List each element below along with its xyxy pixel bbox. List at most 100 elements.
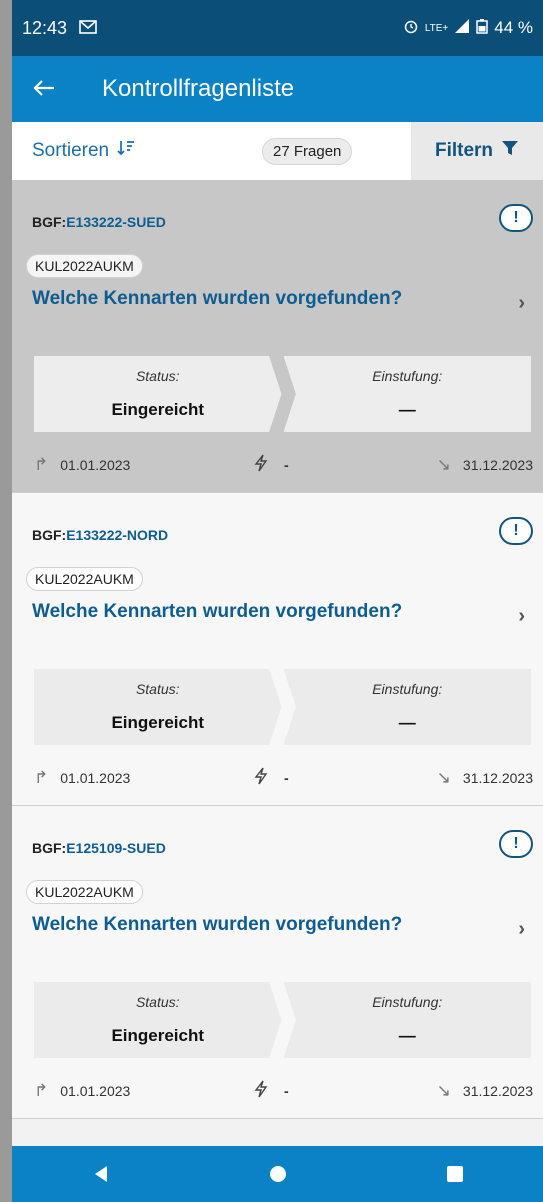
- lightning-icon: [254, 1080, 268, 1101]
- middle-value: -: [284, 1082, 289, 1099]
- card-footer: ↱ 01.01.2023 - ↘ 31.12.2023: [34, 454, 533, 475]
- signal-icon: [454, 18, 470, 39]
- return-arrow-icon: ↘: [436, 767, 451, 787]
- bgf-id-link[interactable]: E125109-SUED: [66, 840, 166, 856]
- question-title[interactable]: Welche Kennarten wurden vorgefunden?: [32, 601, 402, 623]
- start-date-group: ↱ 01.01.2023: [34, 455, 234, 475]
- question-count-badge: 27 Fragen: [262, 137, 353, 165]
- status-time: 12:43: [22, 17, 68, 38]
- end-date: 31.12.2023: [462, 1082, 533, 1099]
- sort-icon: [117, 139, 135, 163]
- forward-arrow-icon: ↱: [34, 767, 49, 787]
- middle-value: -: [284, 456, 289, 473]
- list-toolbar: Sortieren 27 Fragen Filtern: [12, 122, 543, 180]
- end-date-group: ↘ 31.12.2023: [437, 768, 533, 788]
- lightning-icon: [254, 767, 268, 788]
- question-card[interactable]: BGF:E133222-NORD ! KUL2022AUKM Welche Ke…: [12, 493, 543, 806]
- chevron-right-icon[interactable]: ›: [518, 292, 525, 315]
- bgf-id-link[interactable]: E133222-SUED: [66, 214, 166, 230]
- status-section: Status: Eingereicht: [34, 669, 282, 745]
- rating-value: —: [398, 1026, 416, 1045]
- bgf-prefix: BGF:: [32, 527, 67, 543]
- start-date: 01.01.2023: [60, 1082, 131, 1099]
- status-right: LTE+ 44 %: [403, 18, 533, 39]
- lightning-icon: [254, 454, 268, 475]
- start-date: 01.01.2023: [60, 769, 131, 786]
- network-label: LTE+: [424, 22, 449, 34]
- question-card[interactable]: BGF:E133222-SUED ! KUL2022AUKM Welche Ke…: [12, 180, 543, 493]
- start-date-group: ↱ 01.01.2023: [34, 768, 234, 788]
- question-title[interactable]: Welche Kennarten wurden vorgefunden?: [32, 288, 402, 310]
- program-tag: KUL2022AUKM: [26, 254, 143, 278]
- middle-group: -: [254, 454, 374, 475]
- card-footer: ↱ 01.01.2023 - ↘ 31.12.2023: [34, 767, 533, 788]
- bgf-prefix: BGF:: [32, 840, 67, 856]
- sort-button[interactable]: Sortieren: [12, 139, 242, 163]
- exclamation-icon[interactable]: !: [499, 830, 533, 858]
- status-section: Status: Eingereicht: [34, 356, 282, 432]
- bgf-identifier: BGF:E125109-SUED: [32, 840, 166, 856]
- status-value: Eingereicht: [111, 1026, 205, 1045]
- end-date-group: ↘ 31.12.2023: [437, 455, 533, 475]
- status-value: Eingereicht: [111, 713, 205, 732]
- nav-back-icon[interactable]: [81, 1154, 121, 1194]
- end-date: 31.12.2023: [462, 456, 533, 473]
- rating-value: —: [398, 400, 416, 419]
- status-label: Status:: [135, 681, 180, 697]
- status-label: Status:: [135, 994, 180, 1010]
- battery-percentage: 44 %: [494, 18, 533, 37]
- bgf-identifier: BGF:E133222-SUED: [32, 214, 166, 230]
- page-title: Kontrollfragenliste: [102, 75, 295, 102]
- nav-recents-icon[interactable]: [435, 1154, 475, 1194]
- status-panel: Status: Eingereicht Einstufung: —: [34, 982, 531, 1058]
- end-date: 31.12.2023: [462, 769, 533, 786]
- rating-value: —: [398, 713, 416, 732]
- status-panel: Status: Eingereicht Einstufung: —: [34, 356, 531, 432]
- bgf-identifier: BGF:E133222-NORD: [32, 527, 168, 543]
- rating-label: Einstufung:: [372, 994, 443, 1010]
- question-list: BGF:E133222-SUED ! KUL2022AUKM Welche Ke…: [12, 180, 543, 1119]
- exclamation-icon[interactable]: !: [499, 517, 533, 545]
- return-arrow-icon: ↘: [436, 454, 451, 474]
- chevron-right-icon[interactable]: ›: [518, 605, 525, 628]
- end-date-group: ↘ 31.12.2023: [437, 1081, 533, 1101]
- card-footer: ↱ 01.01.2023 - ↘ 31.12.2023: [34, 1080, 533, 1101]
- middle-value: -: [284, 769, 289, 786]
- program-tag: KUL2022AUKM: [26, 567, 143, 591]
- phone-screen: 12:43 LTE+ 44 % Kontrollfragenliste Sort…: [12, 0, 543, 1202]
- mail-icon: [79, 18, 97, 39]
- nav-home-icon[interactable]: [258, 1154, 298, 1194]
- bgf-id-link[interactable]: E133222-NORD: [66, 527, 168, 543]
- rating-section: Einstufung: —: [283, 982, 531, 1058]
- rating-section: Einstufung: —: [283, 356, 531, 432]
- back-arrow-icon[interactable]: [32, 74, 82, 105]
- funnel-icon: [501, 139, 519, 163]
- filter-button[interactable]: Filtern: [411, 122, 543, 180]
- status-value: Eingereicht: [111, 400, 205, 419]
- start-date-group: ↱ 01.01.2023: [34, 1081, 234, 1101]
- return-arrow-icon: ↘: [436, 1080, 451, 1100]
- question-card[interactable]: BGF:E125109-SUED ! KUL2022AUKM Welche Ke…: [12, 806, 543, 1119]
- system-navigation-bar: [12, 1146, 543, 1202]
- status-label: Status:: [135, 368, 180, 384]
- rating-label: Einstufung:: [372, 681, 443, 697]
- forward-arrow-icon: ↱: [34, 1080, 49, 1100]
- app-bar: Kontrollfragenliste: [12, 56, 543, 122]
- status-panel: Status: Eingereicht Einstufung: —: [34, 669, 531, 745]
- exclamation-icon[interactable]: !: [499, 204, 533, 232]
- chevron-right-icon[interactable]: ›: [518, 918, 525, 941]
- filter-label: Filtern: [434, 140, 494, 161]
- start-date: 01.01.2023: [60, 456, 131, 473]
- middle-group: -: [254, 1080, 374, 1101]
- program-tag: KUL2022AUKM: [26, 880, 143, 904]
- battery-icon: [476, 18, 488, 39]
- middle-group: -: [254, 767, 374, 788]
- forward-arrow-icon: ↱: [34, 454, 49, 474]
- alarm-icon: [403, 18, 419, 39]
- bgf-prefix: BGF:: [32, 214, 67, 230]
- rating-label: Einstufung:: [372, 368, 443, 384]
- sort-label: Sortieren: [32, 140, 110, 161]
- rating-section: Einstufung: —: [283, 669, 531, 745]
- status-bar: 12:43 LTE+ 44 %: [12, 0, 543, 56]
- question-title[interactable]: Welche Kennarten wurden vorgefunden?: [32, 914, 402, 936]
